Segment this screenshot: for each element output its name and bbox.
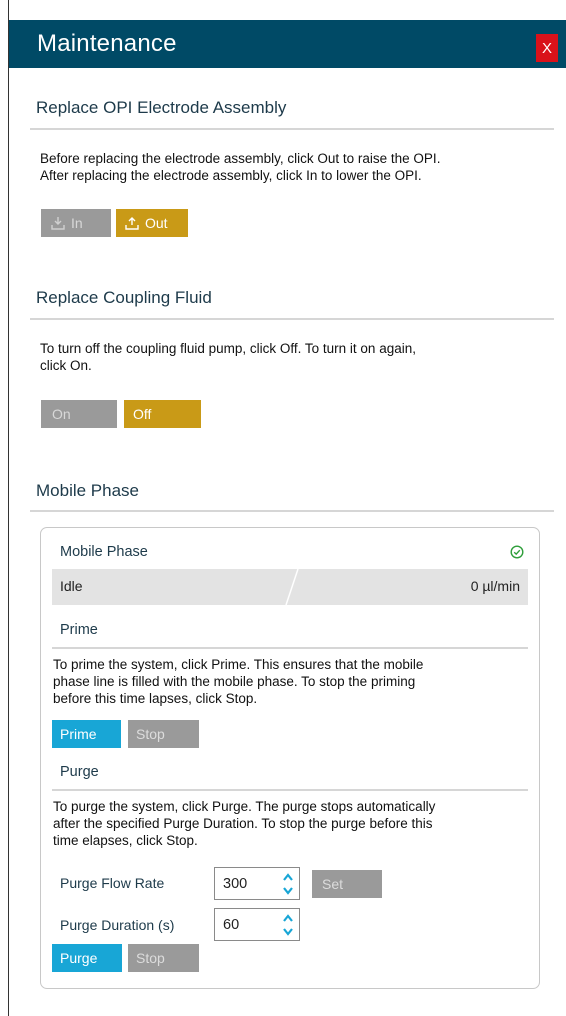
flow-rate-spinner-icon[interactable] <box>283 872 293 896</box>
purge-stop-button[interactable]: Stop <box>128 944 199 972</box>
prime-button[interactable]: Prime <box>52 720 121 748</box>
mobile-phase-panel-title: Mobile Phase <box>60 544 148 560</box>
window-left-border <box>8 0 9 1016</box>
coupling-description: To turn off the coupling fluid pump, cli… <box>40 341 416 373</box>
purge-duration-input[interactable]: 60 <box>214 908 300 941</box>
lower-icon <box>51 216 65 230</box>
mobile-phase-section-title: Mobile Phase <box>36 481 140 500</box>
mobile-phase-status-bar: Idle 0 µl/min <box>52 569 528 605</box>
purge-flow-rate-set-button[interactable]: Set <box>312 870 382 898</box>
mobile-phase-section-divider <box>30 510 554 512</box>
purge-title: Purge <box>60 764 99 780</box>
opi-out-button[interactable]: Out <box>116 209 188 237</box>
coupling-section-title: Replace Coupling Fluid <box>36 288 212 307</box>
dialog-header: Maintenance X <box>9 20 566 68</box>
flow-rate-readout: 0 µl/min <box>470 578 520 594</box>
status-ok-icon <box>510 545 524 559</box>
opi-section-divider <box>30 128 554 130</box>
purge-divider <box>52 789 528 791</box>
coupling-off-button[interactable]: Off <box>124 400 201 428</box>
prime-divider <box>52 647 528 649</box>
close-button[interactable]: X <box>536 34 558 62</box>
dialog-title: Maintenance <box>37 30 177 57</box>
opi-in-button[interactable]: In <box>41 209 111 237</box>
purge-flow-rate-input[interactable]: 300 <box>214 867 300 900</box>
duration-spinner-icon[interactable] <box>283 913 293 937</box>
opi-section-title: Replace OPI Electrode Assembly <box>36 98 287 117</box>
coupling-section-divider <box>30 318 554 320</box>
prime-stop-button[interactable]: Stop <box>128 720 199 748</box>
prime-description: To prime the system, click Prime. This e… <box>53 657 424 706</box>
prime-title: Prime <box>60 622 98 638</box>
purge-duration-label: Purge Duration (s) <box>60 917 175 933</box>
purge-description: To purge the system, click Purge. The pu… <box>53 799 436 848</box>
status-separator <box>285 569 299 605</box>
opi-description: Before replacing the electrode assembly,… <box>40 151 441 183</box>
purge-flow-rate-label: Purge Flow Rate <box>60 875 165 891</box>
purge-button[interactable]: Purge <box>52 944 122 972</box>
raise-icon <box>125 216 139 230</box>
pump-status-text: Idle <box>60 578 83 594</box>
coupling-on-button[interactable]: On <box>41 400 117 428</box>
